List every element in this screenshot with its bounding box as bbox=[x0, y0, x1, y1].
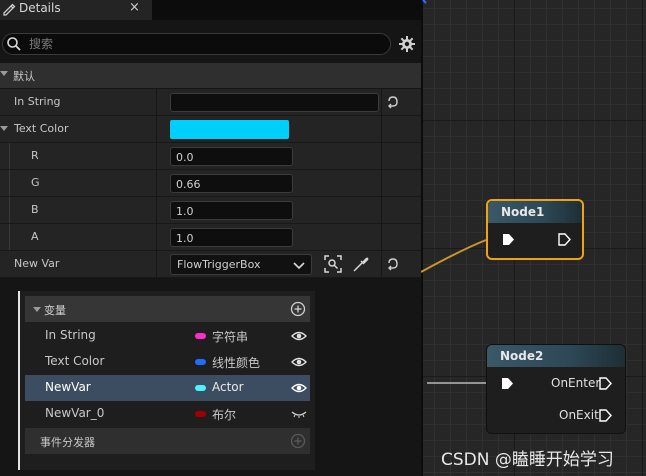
in-string-field[interactable] bbox=[170, 93, 379, 112]
eye-closed-icon[interactable] bbox=[291, 407, 307, 421]
type-color-pill bbox=[195, 359, 206, 365]
exec-pin-icon[interactable] bbox=[558, 233, 571, 246]
collapse-arrow-icon[interactable] bbox=[0, 71, 8, 76]
type-color-pill bbox=[195, 333, 206, 339]
actor-dropdown[interactable]: FlowTriggerBox bbox=[170, 254, 312, 275]
exec-pin-icon[interactable] bbox=[599, 377, 612, 390]
variable-name: In String bbox=[45, 328, 96, 342]
chevron-down-icon bbox=[293, 262, 305, 270]
section-label: 默认 bbox=[13, 70, 35, 83]
property-label: B bbox=[31, 203, 39, 216]
event-dispatchers-header[interactable]: 事件分发器 bbox=[25, 428, 310, 454]
add-circle-icon[interactable] bbox=[290, 433, 306, 449]
search-input[interactable] bbox=[27, 35, 377, 53]
node1[interactable]: Node1 bbox=[486, 199, 584, 260]
exec-pin-icon[interactable] bbox=[599, 409, 612, 422]
eye-icon[interactable] bbox=[291, 355, 307, 369]
g-value-field[interactable] bbox=[170, 174, 293, 193]
variable-row[interactable]: Text Color 线性颜色 bbox=[25, 349, 310, 375]
property-row-a: A bbox=[0, 224, 421, 251]
variables-header[interactable]: 变量 bbox=[25, 296, 310, 322]
variable-type: Actor bbox=[212, 380, 244, 394]
color-swatch[interactable] bbox=[170, 120, 289, 139]
details-panel: Details × 默认 bbox=[0, 0, 421, 476]
dropdown-value: FlowTriggerBox bbox=[177, 258, 261, 271]
pin-label-on-enter: OnEnter bbox=[551, 376, 601, 390]
type-color-pill bbox=[195, 385, 206, 391]
property-label: A bbox=[31, 230, 39, 243]
node-header: Node2 bbox=[487, 345, 625, 367]
collapse-arrow-icon[interactable] bbox=[33, 307, 41, 312]
add-circle-icon[interactable] bbox=[290, 301, 306, 317]
exec-pin-icon[interactable] bbox=[501, 377, 514, 390]
b-value-field[interactable] bbox=[170, 201, 293, 220]
r-value-field[interactable] bbox=[170, 147, 293, 166]
property-row-g: G bbox=[0, 170, 421, 197]
variable-row[interactable]: In String 字符串 bbox=[25, 323, 310, 349]
property-label: New Var bbox=[14, 257, 60, 270]
tab-title: Details bbox=[19, 1, 61, 15]
node-title: Node2 bbox=[500, 349, 544, 363]
variable-name: NewVar bbox=[45, 380, 91, 394]
property-label: Text Color bbox=[14, 122, 69, 135]
node-header: Node1 bbox=[488, 201, 582, 223]
variable-name: NewVar_0 bbox=[45, 406, 105, 420]
property-row-r: R bbox=[0, 143, 421, 170]
dispatchers-label: 事件分发器 bbox=[40, 436, 95, 449]
wire-to-node1 bbox=[421, 239, 487, 273]
reset-arrow-icon[interactable] bbox=[386, 257, 400, 271]
top-marker bbox=[422, 0, 427, 4]
reset-arrow-icon[interactable] bbox=[386, 95, 400, 109]
tab-details[interactable]: Details × bbox=[0, 0, 152, 20]
pencil-icon bbox=[3, 3, 16, 16]
variable-type: 字符串 bbox=[212, 330, 249, 344]
tab-bar: Details × bbox=[0, 0, 421, 20]
gear-icon[interactable] bbox=[398, 35, 416, 53]
search-box[interactable] bbox=[2, 33, 391, 55]
a-value-field[interactable] bbox=[170, 228, 293, 247]
node-title: Node1 bbox=[501, 205, 545, 219]
property-label: In String bbox=[14, 95, 61, 108]
section-default[interactable]: 默认 bbox=[0, 63, 421, 88]
search-row bbox=[0, 30, 421, 58]
close-icon[interactable]: × bbox=[129, 0, 140, 15]
browse-icon[interactable] bbox=[324, 255, 342, 273]
pin-label-on-exit: OnExit bbox=[559, 408, 599, 422]
variables-panel: 变量 In String 字符串 Text Color 线性颜色 NewVar … bbox=[18, 291, 315, 470]
property-row-b: B bbox=[0, 197, 421, 224]
eye-icon[interactable] bbox=[291, 329, 307, 343]
variable-type: 线性颜色 bbox=[212, 356, 261, 370]
type-color-pill bbox=[195, 411, 206, 417]
variable-name: Text Color bbox=[45, 354, 105, 368]
property-label: R bbox=[31, 149, 39, 162]
search-icon bbox=[7, 37, 21, 51]
property-row-in-string: In String bbox=[0, 89, 421, 116]
variable-type: 布尔 bbox=[212, 408, 237, 422]
expand-arrow-icon[interactable] bbox=[0, 126, 8, 131]
property-label: G bbox=[31, 176, 40, 189]
exec-pin-icon[interactable] bbox=[502, 233, 515, 246]
variable-row[interactable]: NewVar_0 布尔 bbox=[25, 401, 310, 427]
variables-label: 变量 bbox=[44, 304, 66, 317]
node2[interactable]: Node2 OnEnter OnExit bbox=[486, 344, 626, 434]
eye-icon[interactable] bbox=[291, 381, 307, 395]
variable-row-selected[interactable]: NewVar Actor bbox=[25, 375, 310, 401]
property-row-text-color: Text Color bbox=[0, 116, 421, 143]
watermark: CSDN @瞌睡开始学习 bbox=[441, 450, 614, 470]
graph-canvas[interactable]: Node1 Node2 OnEnter OnExit bbox=[421, 0, 646, 476]
eyedropper-icon[interactable] bbox=[352, 255, 370, 273]
property-row-new-var: New Var FlowTriggerBox bbox=[0, 251, 421, 278]
